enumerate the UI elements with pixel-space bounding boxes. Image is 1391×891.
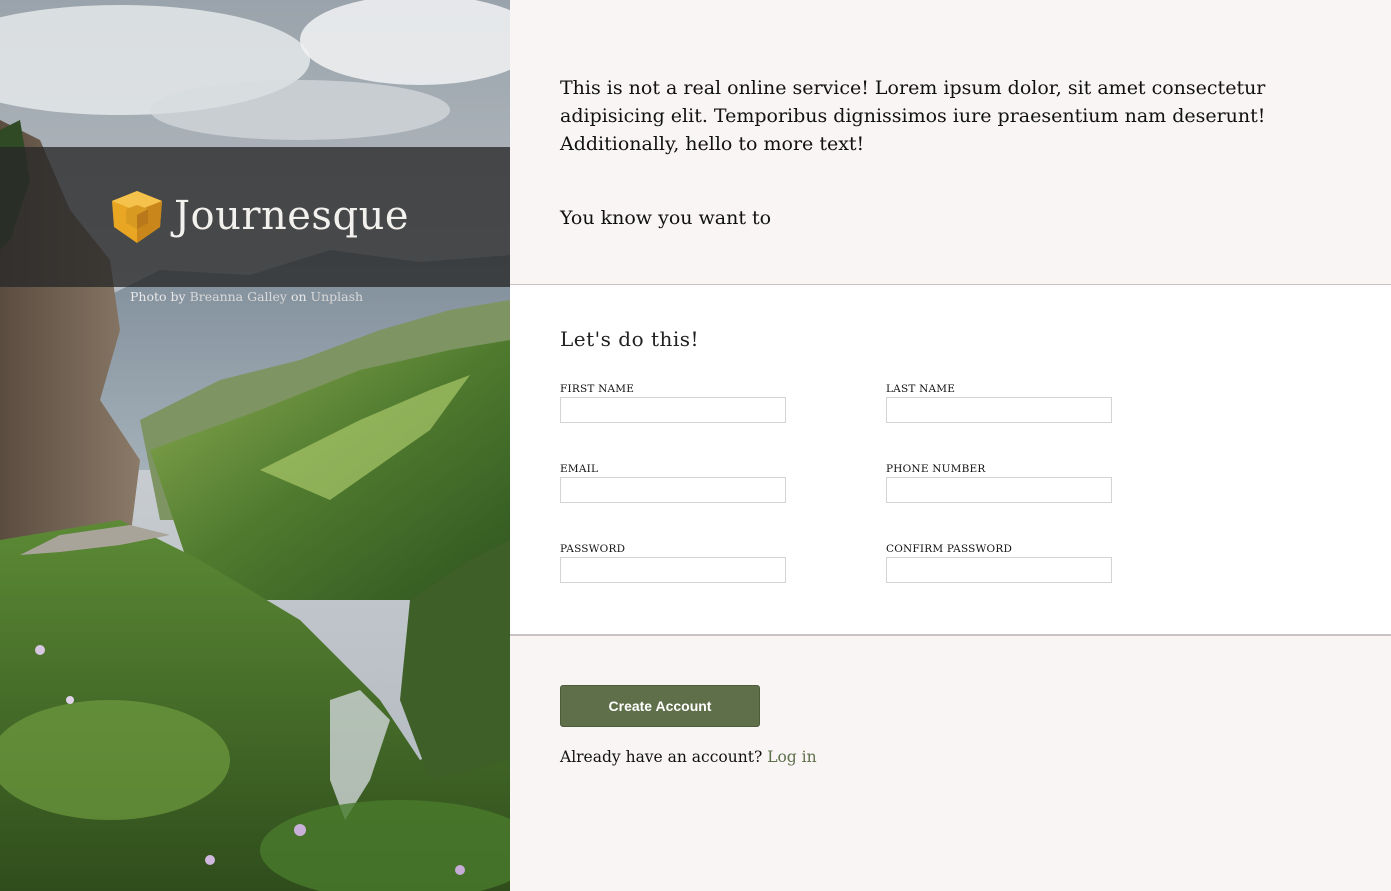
login-link[interactable]: Log in bbox=[767, 748, 816, 766]
email-input[interactable] bbox=[560, 477, 786, 503]
first-name-group: FIRST NAME bbox=[560, 383, 786, 423]
actions-section: Create Account Already have an account? … bbox=[510, 636, 1391, 891]
last-name-group: LAST NAME bbox=[886, 383, 1112, 423]
email-label: EMAIL bbox=[560, 463, 599, 475]
photo-source-link[interactable]: Unplash bbox=[311, 289, 364, 304]
photo-credit-prefix: Photo by bbox=[130, 289, 186, 304]
confirm-password-input[interactable] bbox=[886, 557, 1112, 583]
hero-photo: Journesque Photo by Breanna Galley on Un… bbox=[0, 0, 510, 891]
mountain-valley-photo bbox=[0, 0, 510, 891]
intro-text: This is not a real online service! Lorem… bbox=[560, 77, 1266, 155]
signup-form: Let's do this! FIRST NAME LAST NAME EMAI… bbox=[510, 285, 1391, 636]
last-name-label: LAST NAME bbox=[886, 383, 956, 395]
photo-credit: Photo by Breanna Galley on Unplash bbox=[130, 289, 363, 304]
login-prompt: Already have an account? Log in bbox=[560, 748, 817, 766]
shield-cube-icon bbox=[112, 191, 162, 243]
password-input[interactable] bbox=[560, 557, 786, 583]
confirm-password-label: CONFIRM PASSWORD bbox=[886, 543, 1013, 555]
first-name-input[interactable] bbox=[560, 397, 786, 423]
form-heading: Let's do this! bbox=[560, 327, 700, 351]
photo-author-link[interactable]: Breanna Galley bbox=[190, 289, 287, 304]
last-name-input[interactable] bbox=[886, 397, 1112, 423]
first-name-label: FIRST NAME bbox=[560, 383, 635, 395]
login-prompt-text: Already have an account? bbox=[560, 748, 763, 766]
phone-group: PHONE NUMBER bbox=[886, 463, 1112, 503]
phone-input[interactable] bbox=[886, 477, 1112, 503]
email-group: EMAIL bbox=[560, 463, 786, 503]
password-label: PASSWORD bbox=[560, 543, 626, 555]
tagline: You know you want to bbox=[560, 207, 772, 229]
photo-credit-middle: on bbox=[290, 289, 307, 304]
confirm-password-group: CONFIRM PASSWORD bbox=[886, 543, 1112, 583]
create-account-button[interactable]: Create Account bbox=[560, 685, 760, 727]
phone-label: PHONE NUMBER bbox=[886, 463, 986, 475]
intro-section: This is not a real online service! Lorem… bbox=[510, 0, 1391, 285]
brand-banner: Journesque bbox=[0, 147, 510, 287]
brand-name: Journesque bbox=[174, 193, 409, 239]
signup-panel: This is not a real online service! Lorem… bbox=[510, 0, 1391, 891]
password-group: PASSWORD bbox=[560, 543, 786, 583]
